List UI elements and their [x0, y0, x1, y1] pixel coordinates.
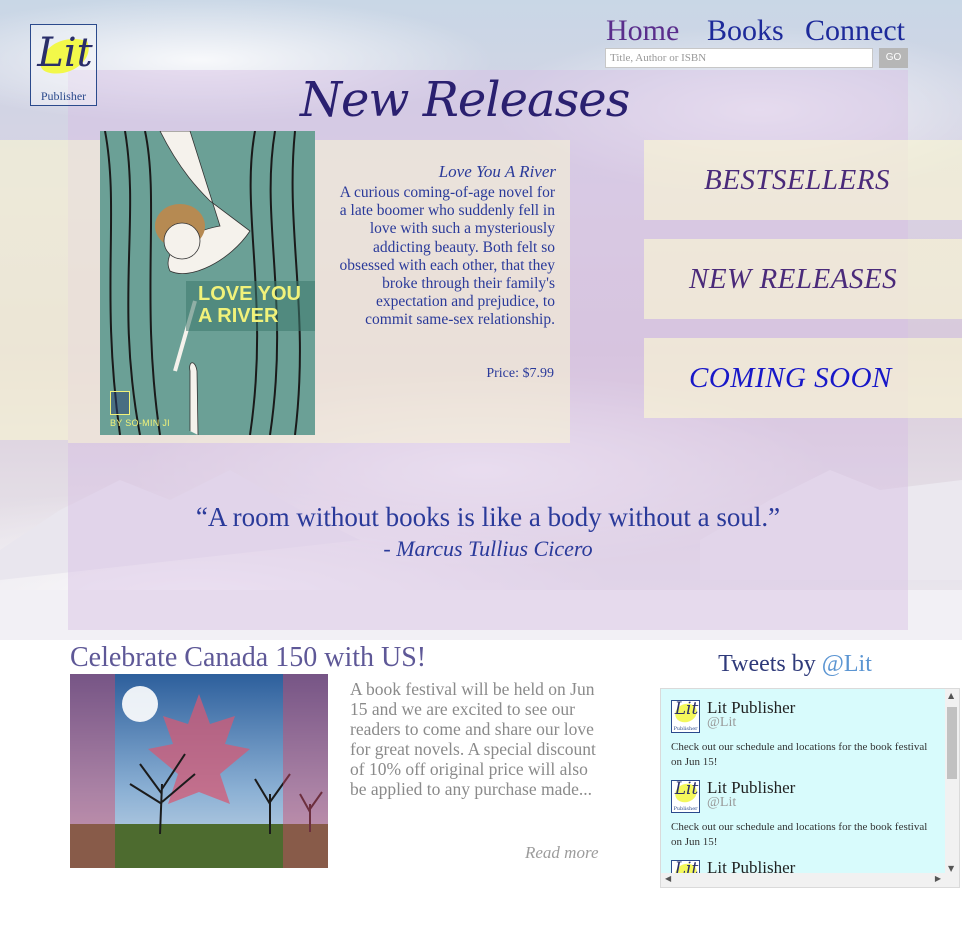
- logo-subtitle: Publisher: [40, 89, 87, 103]
- search-input[interactable]: Title, Author or ISBN: [605, 48, 873, 68]
- tweets-heading: Tweets by @Lit: [660, 651, 930, 678]
- tweet-author-handle[interactable]: @Lit: [707, 795, 736, 811]
- new-releases-heading: New Releases: [300, 72, 630, 128]
- tweet-item[interactable]: LitPublisher Lit Publisher: [661, 849, 945, 875]
- book-price: Price: $7.99: [486, 366, 554, 381]
- tweet-author-handle[interactable]: @Lit: [707, 715, 736, 731]
- left-cream-strip: [0, 140, 68, 440]
- tweet-text: Check out our schedule and locations for…: [671, 821, 928, 848]
- news-title[interactable]: Celebrate Canada 150 with US!: [70, 642, 426, 674]
- tweets-heading-prefix: Tweets by: [718, 651, 816, 677]
- twitter-feed[interactable]: Lit Publisher Lit Publisher @Lit Check ou…: [660, 688, 960, 888]
- nav-connect[interactable]: Connect: [805, 14, 905, 48]
- tweet-vertical-scrollbar[interactable]: ▲ ▼: [945, 689, 959, 875]
- scroll-right-icon[interactable]: ▶: [935, 874, 941, 883]
- tweet-avatar[interactable]: LitPublisher: [671, 779, 700, 813]
- cover-title: LOVE YOU A RIVER: [186, 281, 315, 331]
- tweet-avatar[interactable]: LitPublisher: [671, 699, 700, 733]
- quote-author: - Marcus Tullius Cicero: [383, 536, 593, 561]
- book-description: A curious coming-of-age novel for a late…: [339, 184, 555, 329]
- quote-text: “A room without books is like a body wit…: [195, 502, 781, 532]
- tweet-list: Lit Publisher Lit Publisher @Lit Check ou…: [661, 689, 945, 875]
- news-body: A book festival will be held on Jun 15 a…: [350, 679, 596, 799]
- tweet-horizontal-scrollbar[interactable]: ◀ ▶: [661, 873, 945, 887]
- search-go-button[interactable]: GO: [879, 48, 908, 68]
- tweet-item[interactable]: Lit Publisher Lit Publisher @Lit Check ou…: [661, 689, 945, 769]
- book-title[interactable]: Love You A River: [330, 162, 556, 182]
- logo-text: Lit: [37, 30, 93, 76]
- book-cover[interactable]: LOVE YOU A RIVER BY SO-MIN JI: [100, 131, 315, 435]
- scroll-up-icon[interactable]: ▲: [948, 691, 954, 700]
- tweet-text: Check out our schedule and locations for…: [671, 741, 928, 768]
- new-releases-button[interactable]: NEW RELEASES: [644, 239, 962, 319]
- bestsellers-button[interactable]: BESTSELLERS: [644, 140, 962, 220]
- scroll-left-icon[interactable]: ◀: [665, 874, 671, 883]
- cover-author: BY SO-MIN JI: [110, 418, 170, 428]
- scrollbar-thumb[interactable]: [947, 707, 957, 779]
- coming-soon-button[interactable]: COMING SOON: [644, 338, 962, 418]
- scroll-down-icon[interactable]: ▼: [948, 864, 954, 873]
- tweet-item[interactable]: Lit Publisher Lit Publisher @Lit Check ou…: [661, 769, 945, 849]
- canada-photo: [70, 674, 328, 868]
- nav-home[interactable]: Home: [606, 14, 679, 48]
- cover-logo-icon: [110, 391, 130, 415]
- lit-publisher-logo[interactable]: Lit Publisher: [30, 24, 97, 106]
- canada-150-image[interactable]: [70, 674, 328, 868]
- read-more-link[interactable]: Read more: [525, 843, 599, 863]
- tweets-heading-handle[interactable]: @Lit: [822, 651, 872, 677]
- nav-books[interactable]: Books: [707, 14, 784, 48]
